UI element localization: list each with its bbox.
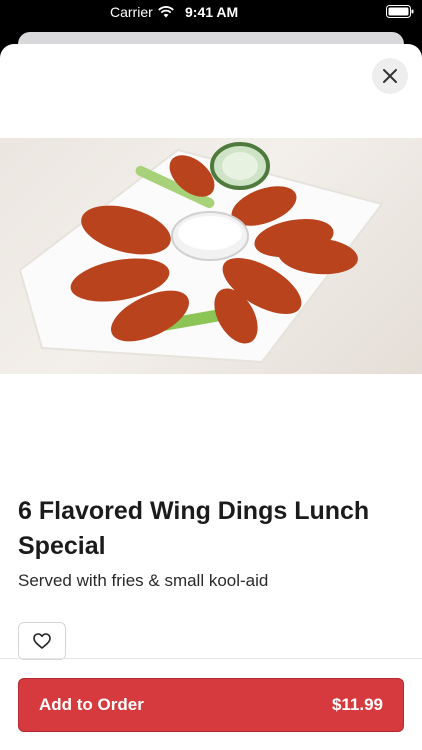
clock-time: 9:41 AM xyxy=(185,4,239,20)
close-button[interactable] xyxy=(372,58,408,94)
carrier-label: Carrier xyxy=(110,4,153,20)
battery-icon xyxy=(386,5,414,18)
item-detail-sheet: 6 Flavored Wing Dings Lunch Special Serv… xyxy=(0,44,422,750)
close-icon xyxy=(383,69,397,83)
add-to-order-button[interactable]: Add to Order $11.99 xyxy=(18,678,404,732)
add-to-order-label: Add to Order xyxy=(39,695,144,714)
product-image xyxy=(0,138,422,374)
status-bar: Carrier 9:41 AM xyxy=(0,0,422,26)
wings-plate-illustration xyxy=(18,142,384,364)
price-label: $11.99 xyxy=(331,695,383,714)
product-description: Served with fries & small kool-aid xyxy=(18,571,269,590)
wifi-icon xyxy=(158,6,174,18)
product-title: 6 Flavored Wing Dings Lunch Special xyxy=(18,497,370,560)
favorite-button[interactable] xyxy=(18,622,66,660)
divider xyxy=(0,658,422,659)
heart-icon xyxy=(33,633,51,649)
